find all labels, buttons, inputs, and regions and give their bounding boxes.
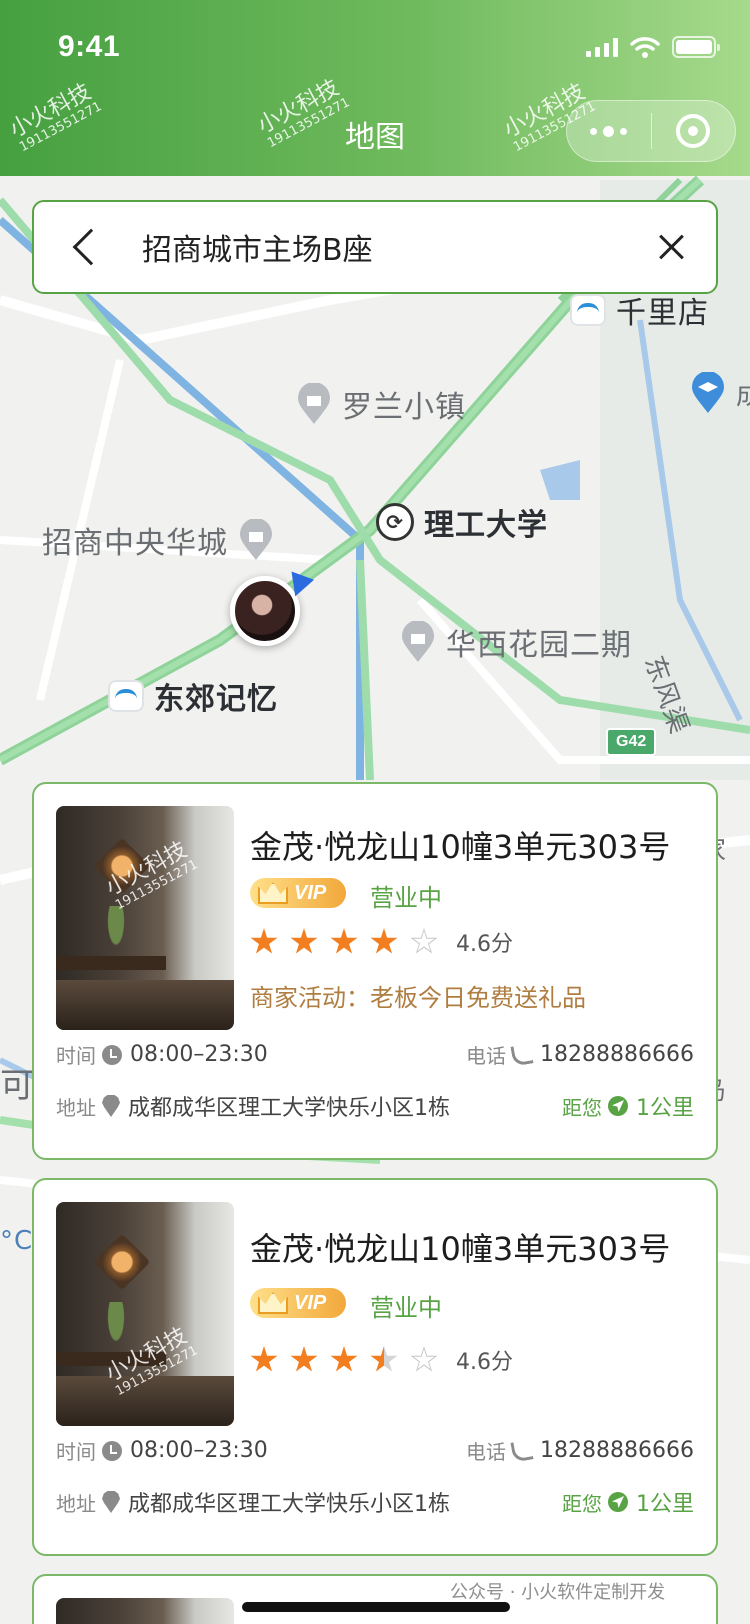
user-location-avatar[interactable] xyxy=(230,576,300,646)
vip-badge: VIP xyxy=(250,1288,346,1318)
star-full-icon xyxy=(330,1346,358,1374)
distance: 1公里 xyxy=(636,1492,694,1517)
battery-icon xyxy=(672,36,720,58)
phone-icon xyxy=(510,1042,534,1067)
star-full-icon xyxy=(250,1346,278,1374)
crown-icon xyxy=(258,882,288,904)
miniprogram-capsule xyxy=(566,100,736,162)
star-empty-icon xyxy=(410,928,438,956)
status-time: 9:41 xyxy=(58,30,121,63)
address-row: 地址 成都成华区理工大学快乐小区1栋 距您 1公里 xyxy=(56,1090,694,1122)
poi-school[interactable]: 成 xyxy=(690,372,750,414)
business-hours: 08:00–23:30 xyxy=(130,1438,268,1463)
target-circle-icon xyxy=(676,114,711,148)
highway-shield: G42 xyxy=(606,728,657,756)
rating-stars: 4.6分 xyxy=(250,1344,513,1376)
hours-phone-row: 时间 08:00–23:30 电话 18288886666 xyxy=(56,1438,694,1464)
store-card[interactable]: 小火科技 19113551271 金茂·悦龙山10幢3单元303号 VIP 营业中… xyxy=(32,1178,718,1556)
footer-watermark: 公众号 · 小火软件定制开发 xyxy=(450,1582,666,1603)
phone-number[interactable]: 18288886666 xyxy=(540,1042,694,1067)
star-full-icon xyxy=(330,928,358,956)
clear-search-icon[interactable] xyxy=(658,233,686,261)
star-full-icon xyxy=(290,928,318,956)
building-pin-icon xyxy=(402,621,434,662)
search-input[interactable] xyxy=(142,229,658,265)
phone-icon xyxy=(510,1438,534,1463)
location-pin-icon xyxy=(102,1095,120,1117)
navigate-icon[interactable] xyxy=(608,1492,628,1512)
more-dots-icon xyxy=(590,125,628,137)
status-icons xyxy=(586,36,720,58)
clock-icon xyxy=(102,1044,122,1065)
building-pin-icon xyxy=(298,383,330,424)
store-title: 金茂·悦龙山10幢3单元303号 xyxy=(250,1230,671,1268)
hours-phone-row: 时间 08:00–23:30 电话 18288886666 xyxy=(56,1042,694,1068)
close-miniprogram-button[interactable] xyxy=(652,101,736,161)
metro-icon xyxy=(570,294,606,326)
store-card[interactable]: 小火科技 19113551271 金茂·悦龙山10幢3单元303号 VIP 营业中… xyxy=(32,782,718,1160)
poi-dongjiao[interactable]: 东郊记忆 xyxy=(108,674,278,718)
metro-icon xyxy=(108,680,144,712)
navigate-icon[interactable] xyxy=(608,1096,628,1116)
address-row: 地址 成都成华区理工大学快乐小区1栋 距您 1公里 xyxy=(56,1486,694,1518)
crown-icon xyxy=(258,1292,288,1314)
cellular-signal-icon xyxy=(586,37,618,57)
weather-temp: °C xyxy=(0,1226,34,1256)
home-indicator xyxy=(242,1602,510,1612)
poi-zhaoshang[interactable]: 招商中央华城 xyxy=(42,518,274,562)
promo-text: 商家活动：老板今日免费送礼品 xyxy=(250,984,586,1012)
nav-header: 9:41 地图 小火科技 19113551271 小火科技 19113551271 xyxy=(0,0,750,176)
business-hours: 08:00–23:30 xyxy=(130,1042,268,1067)
poi-ligong[interactable]: ⟳ 理工大学 xyxy=(376,500,548,544)
open-status: 营业中 xyxy=(370,1294,442,1322)
building-pin-icon xyxy=(240,519,272,560)
open-status: 营业中 xyxy=(370,884,442,912)
store-thumbnail[interactable]: 小火科技 19113551271 xyxy=(56,1202,234,1426)
store-title: 金茂·悦龙山10幢3单元303号 xyxy=(250,828,671,866)
location-pin-icon xyxy=(102,1491,120,1513)
star-full-icon xyxy=(290,1346,318,1374)
poi-huaxi[interactable]: 华西花园二期 xyxy=(400,620,632,664)
store-address: 成都成华区理工大学快乐小区1栋 xyxy=(128,1492,450,1517)
rating-stars: 4.6分 xyxy=(250,926,513,958)
status-bar: 9:41 xyxy=(0,22,750,72)
back-arrow-icon[interactable] xyxy=(72,228,110,266)
more-button[interactable] xyxy=(567,101,651,161)
star-full-icon xyxy=(250,928,278,956)
star-half-icon xyxy=(370,1346,398,1374)
poi-qianli[interactable]: 千里店 xyxy=(570,288,709,332)
store-thumbnail[interactable]: 小火科技 19113551271 xyxy=(56,806,234,1030)
clock-icon xyxy=(102,1440,122,1461)
vip-badge: VIP xyxy=(250,878,346,908)
star-empty-icon xyxy=(410,1346,438,1374)
distance: 1公里 xyxy=(636,1096,694,1121)
transit-loop-icon: ⟳ xyxy=(376,503,414,541)
star-full-icon xyxy=(370,928,398,956)
store-address: 成都成华区理工大学快乐小区1栋 xyxy=(128,1096,450,1121)
store-thumbnail[interactable] xyxy=(56,1598,234,1624)
rating-score: 4.6分 xyxy=(456,932,513,957)
wifi-icon xyxy=(630,37,660,58)
phone-number[interactable]: 18288886666 xyxy=(540,1438,694,1463)
poi-edge-ke: 可 xyxy=(0,1066,35,1106)
poi-luolan[interactable]: 罗兰小镇 xyxy=(296,382,466,426)
rating-score: 4.6分 xyxy=(456,1350,513,1375)
search-bar xyxy=(32,200,718,294)
school-pin-icon xyxy=(692,372,724,413)
